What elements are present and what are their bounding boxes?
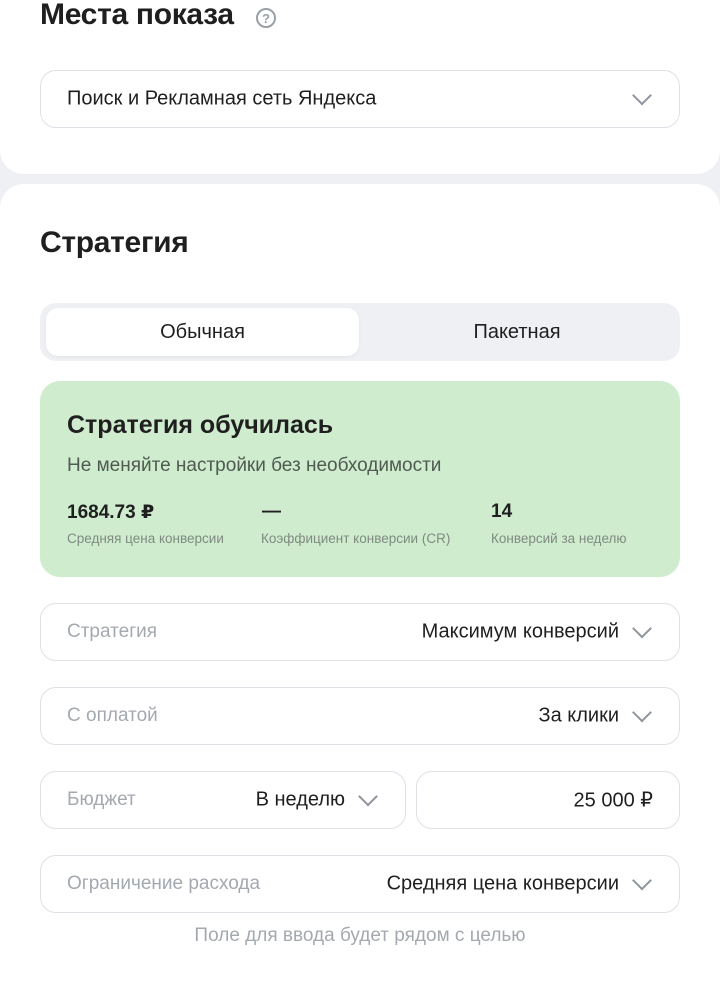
budget-period-value: В неделю <box>255 788 345 811</box>
chevron-down-icon <box>358 786 378 807</box>
budget-period-select[interactable]: Бюджет В неделю <box>40 771 406 829</box>
placements-title: Места показа <box>40 0 234 31</box>
question-circle-icon[interactable]: ? <box>256 8 276 28</box>
strategy-select-value: Максимум конверсий <box>421 620 619 643</box>
tab-package[interactable]: Пакетная <box>360 308 674 356</box>
budget-amount-input[interactable]: 25 000 ₽ <box>416 771 680 829</box>
field-hint: Поле для ввода будет рядом с целью <box>194 925 526 946</box>
status-title: Стратегия обучилась <box>67 411 334 439</box>
chevron-down-icon <box>632 870 652 891</box>
strategy-tabs: Обычная Пакетная <box>40 303 680 361</box>
placements-select-value: Поиск и Рекламная сеть Яндекса <box>67 87 377 110</box>
strategy-title: Стратегия <box>40 226 189 259</box>
spend-limit-select[interactable]: Ограничение расхода Средняя цена конверс… <box>40 855 680 913</box>
placements-card: Места показа ? Поиск и Рекламная сеть Ян… <box>0 0 720 174</box>
strategy-status-panel: Стратегия обучилась Не меняйте настройки… <box>40 381 680 577</box>
budget-label: Бюджет <box>67 789 136 810</box>
budget-amount-value: 25 000 ₽ <box>573 789 653 812</box>
chevron-down-icon <box>632 618 652 639</box>
strategy-select-label: Стратегия <box>67 621 158 642</box>
strategy-select[interactable]: Стратегия Максимум конверсий <box>40 603 680 661</box>
payment-select[interactable]: С оплатой За клики <box>40 687 680 745</box>
stat-avg-price-value: 1684.73 ₽ <box>67 502 155 523</box>
stat-conversions-label: Конверсий за неделю <box>491 531 627 546</box>
stat-cr-value: — <box>262 501 281 522</box>
spend-limit-value: Средняя цена конверсии <box>386 872 619 895</box>
status-subtitle: Не меняйте настройки без необходимости <box>67 455 442 476</box>
stat-cr-label: Коэффициент конверсии (CR) <box>261 531 451 546</box>
stat-conversions-value: 14 <box>491 501 513 522</box>
chevron-down-icon <box>632 85 652 106</box>
payment-select-label: С оплатой <box>67 705 158 726</box>
stat-avg-price-label: Средняя цена конверсии <box>67 531 224 546</box>
spend-limit-label: Ограничение расхода <box>67 873 261 894</box>
placements-select[interactable]: Поиск и Рекламная сеть Яндекса <box>40 70 680 128</box>
payment-select-value: За клики <box>538 704 620 727</box>
tab-regular[interactable]: Обычная <box>46 308 359 356</box>
chevron-down-icon <box>632 702 652 723</box>
